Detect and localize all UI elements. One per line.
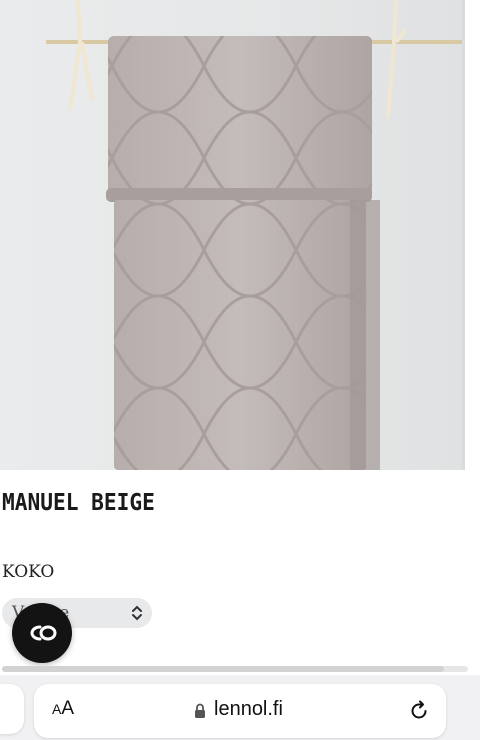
product-image[interactable] bbox=[0, 0, 462, 470]
quilted-blanket-illustration bbox=[46, 0, 462, 470]
chat-logo-icon bbox=[30, 625, 57, 641]
scroll-indicator bbox=[2, 666, 468, 672]
size-label: KOKO bbox=[2, 562, 55, 582]
url-text[interactable]: lennol.fi bbox=[214, 698, 283, 721]
product-title: MANUEL BEIGE bbox=[2, 490, 155, 516]
browser-bottom-bar: AA lennol.fi bbox=[0, 675, 480, 740]
image-edge bbox=[462, 0, 480, 470]
reload-icon[interactable] bbox=[408, 700, 430, 722]
lock-icon bbox=[195, 703, 205, 718]
previous-tab[interactable] bbox=[0, 684, 24, 734]
address-bar[interactable]: AA lennol.fi bbox=[34, 684, 446, 738]
chevron-up-down-icon bbox=[132, 605, 142, 621]
text-size-button[interactable]: AA bbox=[52, 698, 74, 720]
chat-button[interactable] bbox=[12, 603, 72, 663]
product-page: MANUEL BEIGE KOKO Valitse AA lennol.fi bbox=[0, 0, 480, 740]
